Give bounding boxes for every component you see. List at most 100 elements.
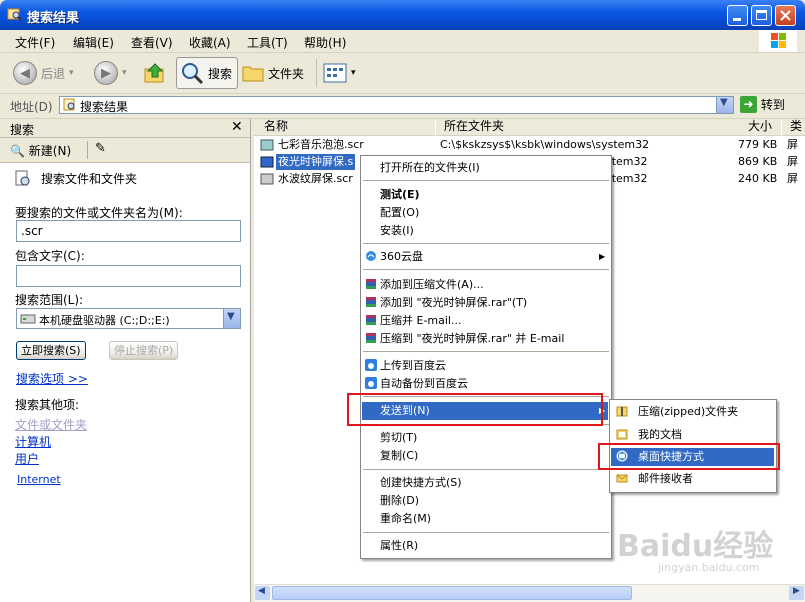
search-toolbar-button[interactable]: 搜索 [176,57,239,89]
minimize-button[interactable] [727,5,748,26]
menu-item-cut[interactable]: 剪切(T) [361,429,609,447]
scroll-left-button[interactable]: ◀ [255,586,270,600]
column-header-folder[interactable]: 所在文件夹 [436,119,755,136]
other-items-heading: 搜索其他项: [15,398,80,412]
file-type: 屏 [787,155,798,168]
new-search-icon: 🔍 [10,144,25,158]
new-search-button[interactable]: 🔍 新建(N) [10,142,71,159]
up-folder-button[interactable] [143,58,167,88]
menu-item-create-shortcut[interactable]: 创建快捷方式(S) [361,474,609,492]
column-header-type[interactable]: 类 [782,119,805,136]
horizontal-scrollbar[interactable]: ◀ ▶ [254,584,805,602]
internet-link[interactable]: Internet [17,473,61,486]
menu-item-label: 安装(I) [380,224,414,237]
menu-item-copy[interactable]: 复制(C) [361,447,609,465]
menu-item-label: 配置(O) [380,206,420,219]
scroll-thumb[interactable] [272,586,632,600]
sendto-item-zip[interactable]: 压缩(zipped)文件夹 [610,403,774,421]
menu-item-auto-backup[interactable]: 自动备份到百度云 [361,375,609,393]
close-icon [780,10,791,21]
close-button[interactable] [775,5,796,26]
file-size: 869 KB [738,155,778,168]
menu-item-test[interactable]: 测试(E) [361,186,609,204]
other-item-users[interactable]: 用户 [15,450,39,467]
screensaver-file-icon [260,173,274,185]
name-field[interactable]: .scr [16,220,241,242]
search-now-button[interactable]: 立即搜索(S) [16,341,86,360]
new-search-label: 新建(N) [28,144,72,158]
folders-icon [242,66,264,82]
menu-item-compress-email[interactable]: 压缩并 E-mail... [361,312,609,330]
scope-dropdown-button[interactable]: ▼ [223,309,240,328]
search-options-link[interactable]: 搜索选项 >> [16,370,88,387]
menu-item-properties[interactable]: 属性(R) [361,537,609,555]
menu-item-label: 自动备份到百度云 [380,377,468,390]
stop-search-button[interactable]: 停止搜索(P) [109,341,179,360]
column-folder-label: 所在文件夹 [444,119,505,133]
folders-label: 文件夹 [268,66,305,81]
file-name: 夜光时钟屏保.s [276,154,356,170]
menu-separator [363,351,609,352]
chevron-left-icon: ◀ [258,586,265,596]
sendto-item-mail-recipient[interactable]: 邮件接收者 [610,470,774,488]
address-label: 地址(D) [10,100,53,114]
table-row[interactable]: 七彩音乐泡泡.scr C:\$kskzsys$\ksbk\windows\sys… [254,136,805,154]
menu-item-add-archive[interactable]: 添加到压缩文件(A)... [361,276,609,294]
minimize-icon [733,18,741,21]
menu-help[interactable]: 帮助(H) [304,34,346,51]
forward-button[interactable]: ▶ ▾ [94,58,127,88]
file-size: 779 KB [738,138,778,151]
other-item-computers[interactable]: 计算机 [15,433,51,450]
highlight-box-send-to [347,393,603,426]
scroll-right-button[interactable]: ▶ [789,586,804,600]
menu-favorites[interactable]: 收藏(A) [189,34,231,51]
folders-button[interactable]: 文件夹 [242,58,304,88]
menu-item-open-folder[interactable]: 打开所在的文件夹(I) [361,159,609,177]
menu-item-add-named-archive[interactable]: 添加到 "夜光时钟屏保.rar"(T) [361,294,609,312]
maximize-button[interactable] [751,5,772,26]
search-pane-close-icon[interactable]: ✕ [231,119,243,135]
menu-item-configure[interactable]: 配置(O) [361,204,609,222]
address-dropdown-button[interactable]: ▼ [716,97,733,113]
context-menu: 打开所在的文件夹(I) 测试(E) 配置(O) 安装(I) 360云盘 ▶ 添加… [360,155,612,559]
search-window-icon [7,8,22,21]
sendto-item-my-documents[interactable]: 我的文档 [610,426,774,444]
menu-item-compress-named-email[interactable]: 压缩到 "夜光时钟屏保.rar" 并 E-mail [361,330,609,348]
menu-item-label: 添加到 "夜光时钟屏保.rar"(T) [380,296,528,309]
other-item-files-folders[interactable]: 文件或文件夹 [15,416,87,433]
address-input[interactable]: 搜索结果 ▼ [59,96,734,114]
menu-item-install[interactable]: 安装(I) [361,222,609,240]
history-icon[interactable]: ✎ [95,141,106,156]
menu-separator [363,469,609,470]
menu-view[interactable]: 查看(V) [131,34,173,51]
menu-edit[interactable]: 编辑(E) [73,34,114,51]
standard-toolbar: ◀ 后退 ▾ ▶ ▾ 搜索 文件夹 ▾ [0,53,805,94]
title-bar[interactable]: 搜索结果 [0,0,805,30]
menu-file[interactable]: 文件(F) [15,34,55,51]
go-button[interactable]: ➜ 转到 [740,96,785,113]
menu-tools[interactable]: 工具(T) [247,34,288,51]
file-name: 七彩音乐泡泡.scr [278,138,364,151]
baidu-cloud-icon [365,359,377,371]
zip-folder-icon [616,406,628,417]
menu-item-upload-baidu[interactable]: 上传到百度云 [361,357,609,375]
menu-item-label: 添加到压缩文件(A)... [380,278,484,291]
column-header-name[interactable]: 名称 [254,119,435,136]
text-field[interactable] [16,265,241,287]
maximize-icon [756,10,767,20]
screensaver-file-icon [260,139,274,151]
scope-select[interactable]: 本机硬盘驱动器 (C:;D:;E:) ▼ [16,308,241,329]
column-header-size[interactable]: 大小 [748,119,781,136]
column-type-label: 类 [790,119,803,133]
menu-bar: 文件(F) 编辑(E) 查看(V) 收藏(A) 工具(T) 帮助(H) [0,30,805,53]
file-type: 屏 [787,138,798,151]
back-button[interactable]: ◀ 后退 ▾ [13,58,74,88]
search-pane-header: 搜索 ✕ [0,119,250,138]
menu-item-360cloud[interactable]: 360云盘 ▶ [361,248,609,266]
menu-item-delete[interactable]: 删除(D) [361,492,609,510]
menu-item-rename[interactable]: 重命名(M) [361,510,609,528]
views-button[interactable]: ▾ [323,58,356,88]
my-documents-icon [616,429,628,440]
menu-item-label: 重命名(M) [380,512,432,525]
menu-separator [363,269,609,270]
